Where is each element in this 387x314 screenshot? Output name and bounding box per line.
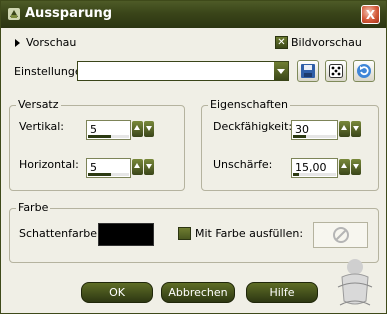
arrow-down-icon[interactable] xyxy=(143,159,154,175)
hilfe-button[interactable]: Hilfe xyxy=(246,282,318,303)
watermark-logo xyxy=(337,259,373,306)
save-preset-button[interactable] xyxy=(297,60,319,82)
fill-color-swatch[interactable] xyxy=(313,222,368,248)
triangle-right-icon xyxy=(15,38,20,47)
farbe-title: Farbe xyxy=(16,201,51,214)
arrow-up-icon[interactable] xyxy=(132,121,143,137)
vertikal-input[interactable]: 5 xyxy=(86,120,131,140)
mit-farbe-checkbox[interactable] xyxy=(178,227,191,240)
arrow-up-icon[interactable] xyxy=(339,121,350,137)
unschaerfe-input[interactable]: 15,00 xyxy=(291,158,338,178)
arrow-up-icon[interactable] xyxy=(339,159,350,175)
vertikal-stepper[interactable] xyxy=(132,121,154,137)
dice-icon xyxy=(329,64,343,78)
vertikal-slider[interactable] xyxy=(88,135,129,138)
no-entry-icon xyxy=(332,227,349,243)
deckfaehigkeit-stepper[interactable] xyxy=(339,121,361,137)
vertikal-slider-fill xyxy=(88,135,111,138)
app-icon xyxy=(8,8,20,20)
abbrechen-button[interactable]: Abbrechen xyxy=(161,282,235,303)
arrow-down-icon[interactable] xyxy=(143,121,154,137)
mit-farbe-label: Mit Farbe ausfüllen: xyxy=(195,227,304,240)
vertikal-label: Vertikal: xyxy=(19,120,65,133)
dialog-window: Aussparung X Vorschau ✕ Bildvorschau Ein… xyxy=(0,0,387,314)
bildvorschau-checkbox[interactable]: ✕ xyxy=(275,36,288,49)
unschaerfe-slider[interactable] xyxy=(293,173,336,176)
versatz-group: Versatz xyxy=(9,98,185,191)
title-bar[interactable]: Aussparung X xyxy=(1,1,386,28)
horizontal-label: Horizontal: xyxy=(19,158,79,171)
schattenfarbe-label: Schattenfarbe: xyxy=(19,227,101,240)
close-button[interactable]: X xyxy=(361,5,380,24)
vorschau-label: Vorschau xyxy=(26,36,77,49)
deckfaehigkeit-label: Deckfähigkeit: xyxy=(213,120,293,133)
randomize-button[interactable] xyxy=(325,60,347,82)
eigenschaften-group: Eigenschaften xyxy=(201,98,379,191)
horizontal-input[interactable]: 5 xyxy=(86,158,131,178)
arrow-up-icon[interactable] xyxy=(132,159,143,175)
arrow-down-icon[interactable] xyxy=(350,159,361,175)
horizontal-stepper[interactable] xyxy=(132,159,154,175)
deckfaehigkeit-input[interactable]: 30 xyxy=(291,120,338,140)
versatz-title: Versatz xyxy=(16,98,61,111)
eigenschaften-title: Eigenschaften xyxy=(208,98,290,111)
unschaerfe-slider-fill xyxy=(293,173,300,176)
floppy-disk-icon xyxy=(301,64,315,78)
bildvorschau-toggle[interactable]: ✕ Bildvorschau xyxy=(275,36,362,49)
bildvorschau-label: Bildvorschau xyxy=(291,36,362,49)
chevron-down-icon[interactable] xyxy=(274,62,288,80)
deckfaehigkeit-slider[interactable] xyxy=(293,135,336,138)
reset-arrow-icon xyxy=(357,64,371,78)
mit-farbe-toggle[interactable]: Mit Farbe ausfüllen: xyxy=(178,227,303,240)
reset-button[interactable] xyxy=(353,60,375,82)
arrow-down-icon[interactable] xyxy=(350,121,361,137)
unschaerfe-stepper[interactable] xyxy=(339,159,361,175)
unschaerfe-label: Unschärfe: xyxy=(213,158,273,171)
deckfaehigkeit-slider-fill xyxy=(293,135,306,138)
preview-toggle[interactable]: Vorschau xyxy=(15,36,76,49)
schattenfarbe-swatch[interactable] xyxy=(98,223,154,246)
window-title: Aussparung xyxy=(25,6,113,21)
ok-button[interactable]: OK xyxy=(81,282,153,303)
einstellungen-dropdown[interactable] xyxy=(77,61,289,81)
horizontal-slider[interactable] xyxy=(88,173,129,176)
close-icon: X xyxy=(365,7,376,22)
horizontal-slider-fill xyxy=(88,173,111,176)
